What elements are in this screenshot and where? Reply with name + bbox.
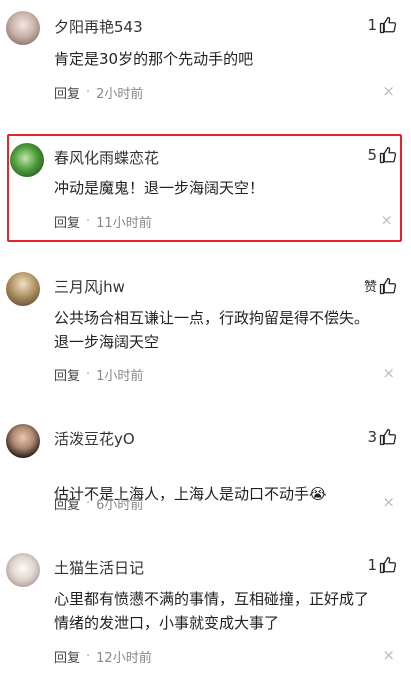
thumbs-up-icon xyxy=(379,277,397,294)
avatar[interactable] xyxy=(6,11,40,45)
comment-item: 夕阳再艳543 1 肯定是30岁的那个先动手的吧 回复 · 2小时前 × xyxy=(0,0,411,112)
reply-button[interactable]: 回复 xyxy=(54,647,80,666)
like-count: 1 xyxy=(367,16,377,34)
comment-meta: 回复 · 12小时前 xyxy=(54,647,152,666)
comment-time: 11小时前 xyxy=(96,216,152,231)
separator: · xyxy=(86,649,91,664)
comment-meta: 回复 · 6小时前 xyxy=(54,494,143,513)
like-button[interactable]: 1 xyxy=(367,556,397,574)
comment-username[interactable]: 三月风jhw xyxy=(54,276,125,297)
thumbs-up-icon xyxy=(379,428,397,446)
separator: · xyxy=(86,214,91,229)
comment-time: 6小时前 xyxy=(96,498,144,513)
separator: · xyxy=(86,367,91,382)
thumbs-up-icon xyxy=(379,146,397,164)
thumbs-up-icon xyxy=(379,16,397,34)
comment-item: 三月风jhw 赞 公共场合相互谦让一点，行政拘留是得不偿失。 退一步海阔天空 回… xyxy=(0,262,411,392)
comment-text: 肯定是30岁的那个先动手的吧 xyxy=(54,50,254,68)
reply-button[interactable]: 回复 xyxy=(54,212,80,231)
comment-meta: 回复 · 1小时前 xyxy=(54,365,143,384)
comment-username[interactable]: 活泼豆花yO xyxy=(54,428,135,449)
comment-time: 12小时前 xyxy=(96,651,152,666)
like-count: 3 xyxy=(367,428,377,446)
thumbs-up-icon xyxy=(379,556,397,574)
like-button[interactable]: 5 xyxy=(367,146,397,164)
comment-username[interactable]: 夕阳再艳543 xyxy=(54,16,143,37)
like-button[interactable]: 1 xyxy=(367,16,397,34)
comment-text: 心里都有愤懑不满的事情，互相碰撞，正好成了 情绪的发泄口，小事就变成大事了 xyxy=(54,590,370,632)
avatar[interactable] xyxy=(6,424,40,458)
close-icon[interactable]: × xyxy=(382,495,395,510)
reply-button[interactable]: 回复 xyxy=(54,494,80,513)
crying-emoji-icon: 😭 xyxy=(309,485,327,503)
comment-item: 土猫生活日记 1 心里都有愤懑不满的事情，互相碰撞，正好成了 情绪的发泄口，小事… xyxy=(0,548,411,677)
comment-text: 公共场合相互谦让一点，行政拘留是得不偿失。 退一步海阔天空 xyxy=(54,309,370,351)
reply-button[interactable]: 回复 xyxy=(54,83,80,102)
like-label: 赞 xyxy=(363,280,377,295)
reply-button[interactable]: 回复 xyxy=(54,365,80,384)
comment-meta: 回复 · 2小时前 xyxy=(54,83,143,102)
avatar[interactable] xyxy=(10,143,44,177)
comment-time: 1小时前 xyxy=(96,369,144,384)
like-button[interactable]: 3 xyxy=(367,428,397,446)
comment-item: 活泼豆花yO 3 估计不是上海人，上海人是动口不动手😭 回复 · 6小时前 × xyxy=(0,418,411,528)
comment-text: 冲动是魔鬼！退一步海阔天空！ xyxy=(54,179,265,197)
comment-meta: 回复 · 11小时前 xyxy=(54,212,152,231)
separator: · xyxy=(86,85,91,100)
avatar[interactable] xyxy=(6,553,40,587)
like-count: 5 xyxy=(367,146,377,164)
like-count: 1 xyxy=(367,556,377,574)
comment-username[interactable]: 春风化雨蝶恋花 xyxy=(54,147,159,168)
comment-username[interactable]: 土猫生活日记 xyxy=(54,557,144,578)
close-icon[interactable]: × xyxy=(382,366,395,381)
like-button[interactable]: 赞 xyxy=(364,276,397,295)
close-icon[interactable]: × xyxy=(380,213,393,228)
close-icon[interactable]: × xyxy=(382,84,395,99)
close-icon[interactable]: × xyxy=(382,648,395,663)
separator: · xyxy=(86,496,91,511)
avatar[interactable] xyxy=(6,272,40,306)
comment-item: 春风化雨蝶恋花 5 冲动是魔鬼！退一步海阔天空！ 回复 · 11小时前 × xyxy=(0,134,411,242)
comment-time: 2小时前 xyxy=(96,87,144,102)
